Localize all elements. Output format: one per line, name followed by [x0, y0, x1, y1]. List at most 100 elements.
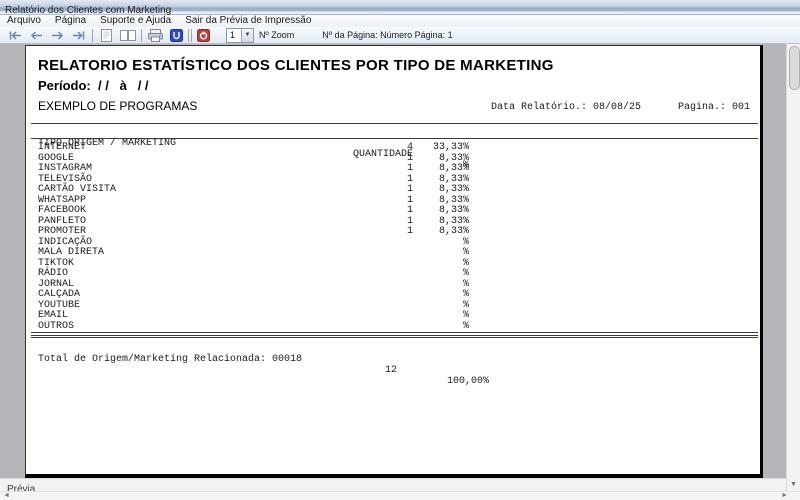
vertical-scrollbar[interactable]: ▼: [786, 44, 800, 491]
table-row: OUTROS%: [26, 321, 760, 332]
cell-name: WHATSAPP: [38, 195, 86, 206]
cell-name: INTERNET: [38, 142, 86, 153]
cell-name: RÁDIO: [38, 268, 68, 279]
table-row: FACEBOOK 1 8,33%: [26, 205, 760, 216]
cell-name: INDICAÇÃO: [38, 237, 92, 248]
close-preview-button[interactable]: [193, 28, 214, 43]
toolbar-separator: [188, 29, 189, 42]
scrollbar-down-icon[interactable]: ▼: [787, 478, 800, 490]
menu-item-suporte-e-ajuda[interactable]: Suporte e Ajuda: [93, 15, 178, 27]
table-header-row: TIPO ORIGEM / MARKETING QUANTIDADE %: [26, 127, 760, 138]
cell-pct: %: [463, 300, 469, 311]
cell-name: TELEVISÃO: [38, 174, 92, 185]
menu-item-pagina[interactable]: Página: [48, 15, 93, 27]
printer-icon: [148, 29, 163, 42]
company-name: EXEMPLO DE PROGRAMAS: [38, 99, 197, 113]
cell-pct: 8,33%: [439, 205, 469, 216]
cell-pct: 8,33%: [439, 226, 469, 237]
cell-name: MALA DIRETA: [38, 247, 104, 258]
print-button[interactable]: [145, 28, 166, 43]
report-period: Período: / / à / /: [38, 78, 149, 93]
table-row: WHATSAPP18,33%: [26, 195, 760, 206]
table-row: YOUTUBE%: [26, 300, 760, 311]
cell-qty: 1: [407, 184, 413, 195]
page-number-label: Nº da Página: Número Página: 1: [322, 30, 452, 40]
table-row: INSTAGRAM 1 8,33%: [26, 163, 760, 174]
next-page-button[interactable]: [47, 28, 68, 43]
rule-under-rows: [31, 332, 758, 333]
table-row: TELEVISÃO18,33%: [26, 174, 760, 185]
cell-name: INSTAGRAM: [38, 163, 92, 174]
cell-qty: 1: [407, 163, 413, 174]
cell-name: CALÇADA: [38, 289, 80, 300]
scrollbar-right-icon[interactable]: ►: [781, 492, 788, 500]
cell-pct: %: [463, 258, 469, 269]
cell-name: FACEBOOK: [38, 205, 86, 216]
cell-qty: 4: [407, 142, 413, 153]
vertical-scrollbar-thumb[interactable]: [789, 46, 800, 90]
menu-item-sair-da-previa[interactable]: Sair da Prévia de Impressão: [178, 15, 318, 27]
menu-item-arquivo[interactable]: Arquivo: [0, 15, 48, 27]
cell-name: PROMOTER: [38, 226, 86, 237]
cell-pct: %: [463, 321, 469, 332]
scrollbar-left-icon[interactable]: ◄: [3, 492, 10, 500]
cell-name: TIKTOK: [38, 258, 74, 269]
table-row: RÁDIO%: [26, 268, 760, 279]
last-page-button[interactable]: [68, 28, 89, 43]
single-page-view-button[interactable]: [96, 28, 117, 43]
menubar: Arquivo Página Suporte e Ajuda Sair da P…: [0, 15, 800, 27]
single-page-icon: [101, 29, 112, 42]
total-row: Total de Origem/Marketing Relacionada: 0…: [26, 343, 760, 354]
rule-under-header: [31, 138, 758, 139]
print-setup-button[interactable]: [166, 28, 187, 43]
print-preview-area: RELATORIO ESTATÍSTICO DOS CLIENTES POR T…: [0, 44, 786, 491]
period-label: Período:: [38, 78, 91, 93]
cell-pct: %: [463, 289, 469, 300]
table-row: INDICAÇÃO%: [26, 237, 760, 248]
toolbar-separator: [191, 29, 192, 42]
horizontal-scrollbar[interactable]: ◄ ►: [0, 491, 800, 500]
report-page-number: Pagina.: 001: [678, 102, 750, 113]
zoom-select-value: 1: [227, 29, 241, 42]
table-row: CARTÃO VISITA18,33%: [26, 184, 760, 195]
period-value: / / à / /: [98, 78, 149, 93]
cell-qty: 1: [407, 195, 413, 206]
double-rule: [31, 335, 758, 338]
cell-pct: %: [463, 268, 469, 279]
app-window: Relatório dos Clientes com Marketing Arq…: [0, 0, 800, 500]
table-row: CALÇADA%: [26, 289, 760, 300]
first-page-button[interactable]: [5, 28, 26, 43]
zoom-select[interactable]: 1 ▼: [226, 28, 254, 43]
cell-pct: %: [463, 247, 469, 258]
cell-pct: 8,33%: [439, 153, 469, 164]
cell-pct: 8,33%: [439, 184, 469, 195]
table-row: PANFLETO18,33%: [26, 216, 760, 227]
cell-pct: 8,33%: [439, 163, 469, 174]
two-pages-icon: [120, 29, 136, 42]
total-pct: 100,00%: [447, 376, 489, 387]
two-page-view-button[interactable]: [117, 28, 138, 43]
cell-pct: %: [463, 237, 469, 248]
total-label: Total de Origem/Marketing Relacionada: 0…: [38, 354, 302, 365]
cell-qty: 1: [407, 226, 413, 237]
cell-qty: 1: [407, 153, 413, 164]
cell-name: YOUTUBE: [38, 300, 80, 311]
table-row: INTERNET433,33%: [26, 142, 760, 153]
last-page-icon: [72, 31, 85, 40]
cell-pct: 8,33%: [439, 174, 469, 185]
table-row: JORNAL%: [26, 279, 760, 290]
zoom-label: Nº Zoom: [259, 30, 294, 40]
previous-page-button[interactable]: [26, 28, 47, 43]
cell-name: GOOGLE: [38, 153, 74, 164]
toolbar-separator: [141, 29, 142, 42]
report-page: RELATORIO ESTATÍSTICO DOS CLIENTES POR T…: [25, 45, 763, 478]
cell-name: EMAIL: [38, 310, 68, 321]
statusbar: Prévia: [0, 478, 786, 491]
previous-page-icon: [30, 31, 43, 40]
toolbar-separator: [92, 29, 93, 42]
cell-pct: 8,33%: [439, 216, 469, 227]
chevron-down-icon[interactable]: ▼: [241, 29, 253, 42]
table-row: PROMOTER 1 8,33%: [26, 226, 760, 237]
cell-qty: 1: [407, 205, 413, 216]
titlebar: Relatório dos Clientes com Marketing: [0, 0, 800, 15]
